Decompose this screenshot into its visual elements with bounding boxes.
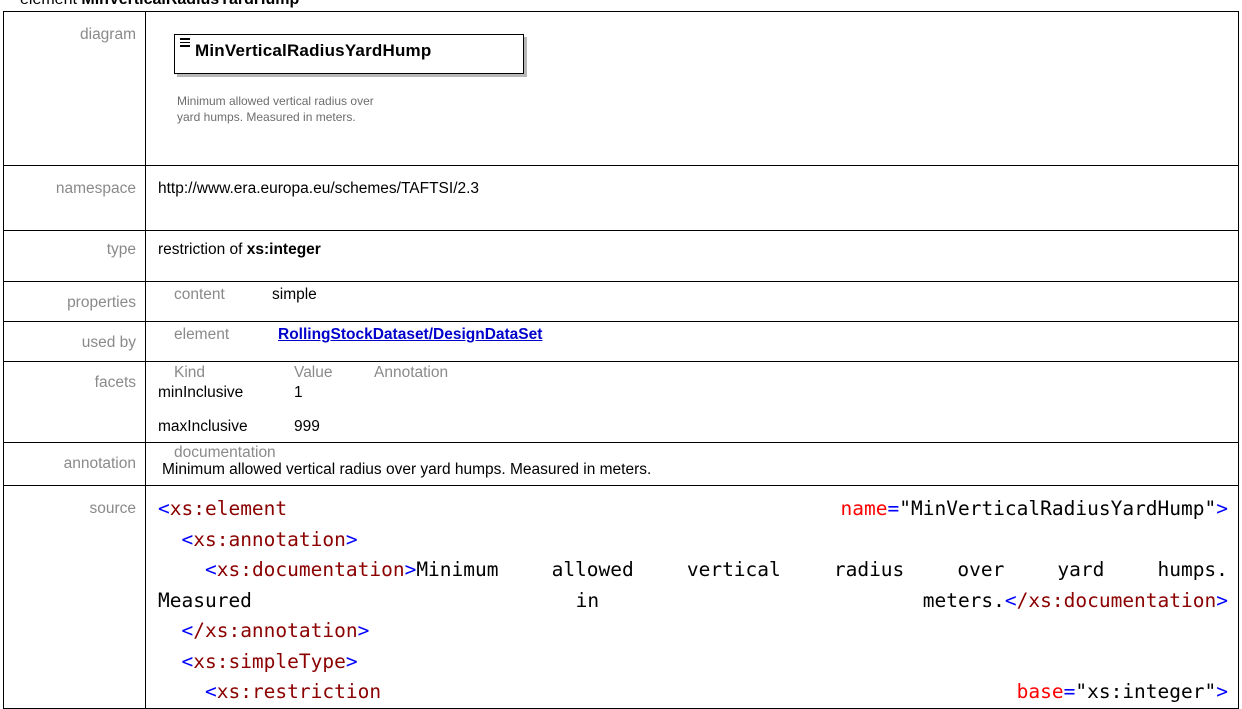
row-namespace: namespace http://www.era.europa.eu/schem… xyxy=(3,165,1239,231)
source-line: <xs:element name="MinVerticalRadiusYardH… xyxy=(158,497,1228,520)
source-tag: xs:simpleType xyxy=(193,649,346,673)
facets-header-value: Value xyxy=(294,364,333,381)
annotation-sublabel: documentation xyxy=(174,444,276,461)
label-annotation: annotation xyxy=(3,442,146,486)
source-tag: /xs:annotation xyxy=(193,619,358,642)
type-value: restriction of xs:integer xyxy=(145,230,1239,282)
facets-table: Kind Value Annotation minInclusive 1 max… xyxy=(158,364,1238,437)
row-facets: facets Kind Value Annotation minInclusiv… xyxy=(3,361,1239,443)
properties-value: content simple xyxy=(145,281,1239,322)
source-word: humps. xyxy=(1157,558,1228,581)
diagram-cell: MinVerticalRadiusYardHump Minimum allowe… xyxy=(145,11,1239,166)
source-word: vertical xyxy=(686,558,781,581)
properties-content: simple xyxy=(272,286,317,303)
diagram-doc-line-1: Minimum allowed vertical radius over xyxy=(177,94,374,108)
source-tag: xs:documentation xyxy=(216,558,405,581)
element-lines-icon xyxy=(180,38,190,47)
source-tag: xs:element xyxy=(169,497,288,520)
type-prefix: restriction of xyxy=(158,241,247,258)
label-facets: facets xyxy=(3,361,146,443)
source-word: radius xyxy=(833,558,905,581)
source-tag: xs:annotation xyxy=(193,527,346,551)
source-line: Measured in meters.</xs:documentation> xyxy=(158,586,1228,617)
source-word: meters. xyxy=(922,588,1005,612)
page-title: element MinVerticalRadiusYardHump xyxy=(20,0,299,9)
label-properties: properties xyxy=(3,281,146,322)
source-attr-value: "xs:integer" xyxy=(1075,680,1217,703)
source-tag: /xs:documentation xyxy=(1016,588,1217,612)
source-line: <xs:annotation> xyxy=(181,527,358,551)
source-line: <xs:simpleType> xyxy=(181,649,358,673)
used-by-kind: element xyxy=(174,326,230,343)
diagram-documentation: Minimum allowed vertical radius over yar… xyxy=(177,93,537,125)
element-doc-table: diagram MinVerticalRadiusYardHump Minimu… xyxy=(3,11,1239,709)
used-by-value: element RollingStockDataset/DesignDataSet xyxy=(145,321,1239,362)
source-line: <xs:documentation>Minimum allowed vertic… xyxy=(158,555,1228,586)
row-diagram: diagram MinVerticalRadiusYardHump Minimu… xyxy=(3,11,1239,166)
source-word: allowed xyxy=(551,558,634,581)
source-line: <xs:restriction base="xs:integer"> xyxy=(204,680,1228,703)
source-cell: <xs:element name="MinVerticalRadiusYardH… xyxy=(145,485,1239,709)
label-source: source xyxy=(3,485,146,709)
diagram-element-name: MinVerticalRadiusYardHump xyxy=(195,41,432,60)
source-attr: name xyxy=(840,497,888,520)
facet-annotation xyxy=(374,403,1238,437)
label-used-by: used by xyxy=(3,321,146,362)
source-line: </xs:annotation> xyxy=(181,619,370,642)
source-code: <xs:element name="MinVerticalRadiusYardH… xyxy=(146,486,1238,708)
source-word: over xyxy=(957,558,1005,581)
label-type: type xyxy=(3,230,146,282)
row-properties: properties content simple xyxy=(3,281,1239,322)
source-tag: xs:restriction xyxy=(216,680,382,703)
label-diagram: diagram xyxy=(3,11,146,166)
source-word: yard xyxy=(1057,558,1105,581)
source-attr: base xyxy=(1016,680,1064,703)
type-base: xs:integer xyxy=(246,241,321,258)
facet-value: 1 xyxy=(294,384,303,401)
row-used-by: used by element RollingStockDataset/Desig… xyxy=(3,321,1239,362)
row-source: source <xs:element name="MinVerticalRadi… xyxy=(3,485,1239,709)
diagram-doc-line-2: yard humps. Measured in meters. xyxy=(177,110,356,124)
diagram-element-box[interactable]: MinVerticalRadiusYardHump xyxy=(174,34,524,74)
label-namespace: namespace xyxy=(3,165,146,231)
facets-header-kind: Kind xyxy=(174,364,206,381)
facets-header-annotation: Annotation xyxy=(374,364,449,381)
facet-kind: minInclusive xyxy=(158,384,244,401)
source-word: Minimum xyxy=(416,558,499,581)
properties-key: content xyxy=(174,286,225,303)
annotation-text: Minimum allowed vertical radius over yar… xyxy=(162,461,652,478)
title-element-name: MinVerticalRadiusYardHump xyxy=(81,0,299,8)
source-attr-value: "MinVerticalRadiusYardHump" xyxy=(899,497,1217,520)
facets-cell: Kind Value Annotation minInclusive 1 max… xyxy=(145,361,1239,443)
used-by-link[interactable]: RollingStockDataset/DesignDataSet xyxy=(278,326,542,343)
source-word: Measured xyxy=(158,588,252,612)
title-prefix: element xyxy=(20,0,81,8)
facet-kind: maxInclusive xyxy=(158,418,248,435)
facet-annotation xyxy=(374,380,1238,403)
namespace-value: http://www.era.europa.eu/schemes/TAFTSI/… xyxy=(145,165,1239,231)
source-word: in xyxy=(575,588,600,612)
row-annotation: annotation documentation Minimum allowed… xyxy=(3,442,1239,486)
diagram: MinVerticalRadiusYardHump Minimum allowe… xyxy=(146,12,1238,165)
annotation-cell: documentation Minimum allowed vertical r… xyxy=(145,442,1239,486)
facet-value: 999 xyxy=(294,418,320,435)
row-type: type restriction of xs:integer xyxy=(3,230,1239,282)
